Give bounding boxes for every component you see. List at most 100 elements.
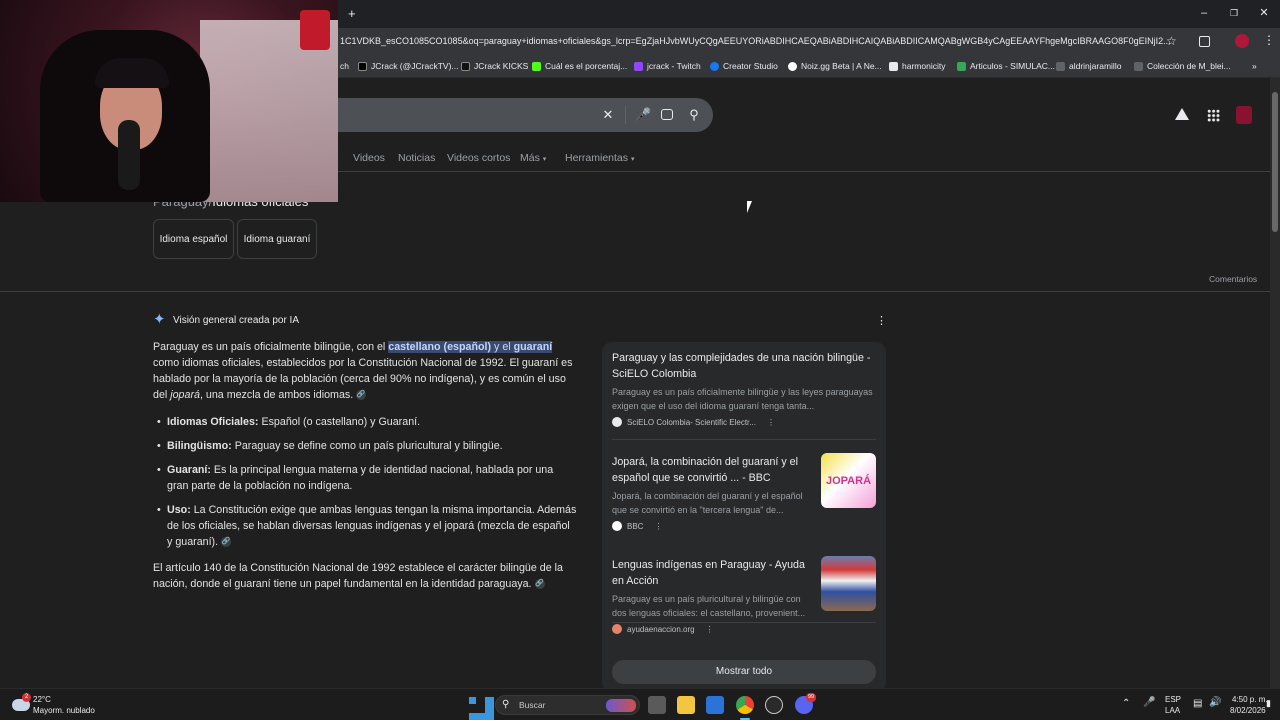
more-bookmarks-icon[interactable]: » [1252, 61, 1257, 71]
source-snippet: Jopará, la combinación del guaraní y el … [612, 491, 803, 515]
profile-avatar[interactable] [1235, 34, 1249, 48]
bookmark-item[interactable]: Articulos - SIMULAC... [957, 61, 1055, 71]
apps-grid-icon[interactable] [1207, 109, 1220, 122]
jopara-thumbnail[interactable]: JOPARÁ [821, 453, 876, 508]
source-title[interactable]: Lenguas indígenas en Paraguay - Ayuda en… [612, 557, 816, 589]
link-icon[interactable]: 🔗 [534, 579, 545, 590]
notifications-icon[interactable]: ▮ [1266, 698, 1271, 709]
bookmark-item[interactable]: harmonicity [889, 61, 945, 71]
minimize-icon[interactable]: – [1197, 6, 1211, 20]
bookmark-item[interactable]: JCrack KICKS [461, 61, 528, 71]
kick-green-icon [532, 61, 541, 71]
feedback-link[interactable]: Comentarios [1209, 274, 1257, 284]
tab-videos-cortos[interactable]: Videos cortos [447, 152, 510, 164]
ai-overview-header: Visión general creada por IA [173, 315, 300, 326]
source-card[interactable]: Paraguay y las complejidades de una naci… [612, 350, 876, 427]
ai-sparkle-icon: ✦ [153, 311, 166, 328]
discord-badge: 99 [806, 693, 816, 702]
facebook-icon [710, 61, 719, 71]
paraguay-flag-thumbnail[interactable] [821, 556, 876, 611]
bookmark-item[interactable]: JCrack (@JCrackTV)... [358, 61, 459, 71]
search-input[interactable]: ✕ 🎤 ⚲ [320, 98, 713, 132]
tab-noticias[interactable]: Noticias [398, 152, 435, 164]
clock-time[interactable]: 4:50 p. m. [1232, 695, 1268, 704]
microphone-icon[interactable]: 🎤 [635, 108, 651, 122]
chip-idioma-guarani[interactable]: Idioma guaraní [237, 219, 317, 259]
lens-camera-icon[interactable] [661, 109, 673, 120]
noiz-icon [788, 61, 797, 71]
divider [625, 106, 626, 124]
network-icon[interactable]: ▤ [1193, 698, 1202, 709]
search-placeholder: Buscar [519, 700, 546, 710]
chrome-icon[interactable] [736, 696, 754, 714]
bookmark-item[interactable]: aldrinjaramillo [1056, 61, 1121, 71]
weather-temp[interactable]: 22°C [33, 695, 51, 704]
bookmark-item[interactable]: Creator Studio [710, 61, 778, 71]
taskbar: 2 22°C Mayorm. nublado ⚲ Buscar 99 ⌃ 🎤 E… [0, 688, 1280, 720]
drive-icon [957, 61, 966, 71]
chevron-down-icon: ▾ [630, 156, 635, 163]
taskbar-search-input[interactable]: ⚲ Buscar [495, 695, 640, 715]
close-window-icon[interactable]: ✕ [1257, 6, 1271, 20]
chevron-down-icon: ▾ [542, 156, 547, 163]
menu-kebab-icon[interactable]: ⋮ [1263, 33, 1275, 47]
restore-icon[interactable]: ❐ [1227, 6, 1241, 20]
task-view-icon[interactable] [648, 696, 666, 714]
more-options-icon[interactable]: ⋮ [654, 522, 662, 531]
kick-icon [461, 61, 470, 71]
link-icon[interactable]: 🔗 [356, 390, 367, 401]
windows-start-icon[interactable] [469, 697, 485, 713]
chip-idioma-espanol[interactable]: Idioma español [153, 219, 234, 259]
language-bottom[interactable]: LAA [1165, 706, 1180, 715]
file-explorer-icon[interactable] [677, 696, 695, 714]
show-all-button[interactable]: Mostrar todo [612, 660, 876, 684]
new-tab-button[interactable]: + [348, 6, 356, 21]
more-options-icon[interactable]: ⋮ [767, 418, 775, 427]
search-highlight-image [606, 699, 636, 712]
microphone-tray-icon[interactable]: 🎤 [1143, 697, 1155, 708]
source-card[interactable]: Jopará, la combinación del guaraní y el … [612, 454, 816, 531]
search-icon[interactable]: ⚲ [687, 108, 701, 122]
weather-desc[interactable]: Mayorm. nublado [33, 706, 95, 715]
tab-mas[interactable]: Más ▾ [520, 152, 546, 164]
source-card[interactable]: Lenguas indígenas en Paraguay - Ayuda en… [612, 557, 816, 634]
microphone [118, 120, 140, 190]
steam-icon[interactable] [765, 696, 783, 714]
twitch-icon [634, 61, 643, 71]
source-site: BBC [627, 521, 644, 531]
section-divider [0, 291, 1270, 292]
source-title[interactable]: Paraguay y las complejidades de una naci… [612, 350, 876, 382]
bbc-favicon [612, 521, 622, 531]
labs-flask-icon[interactable] [1175, 108, 1189, 120]
source-title[interactable]: Jopará, la combinación del guaraní y el … [612, 454, 816, 486]
scielo-favicon [612, 417, 622, 427]
source-site: ayudaenaccion.org [627, 624, 695, 634]
mail-icon[interactable] [706, 696, 724, 714]
volume-icon[interactable]: 🔊 [1209, 697, 1221, 708]
language-top[interactable]: ESP [1165, 695, 1181, 704]
account-avatar[interactable] [1236, 106, 1252, 124]
star-icon[interactable]: ☆ [1166, 34, 1177, 48]
bookmark-item[interactable]: Cuál es el porcentaj... [532, 61, 627, 71]
clock-date[interactable]: 8/02/2026 [1230, 706, 1266, 715]
logo-red [300, 10, 330, 50]
link-icon[interactable]: 🔗 [221, 537, 232, 548]
extensions-icon[interactable] [1199, 36, 1210, 47]
source-snippet: Paraguay es un país oficialmente bilingü… [612, 387, 873, 411]
more-options-icon[interactable]: ⋮ [706, 625, 714, 634]
bookmark-item[interactable]: jcrack - Twitch [634, 61, 701, 71]
ai-overview-menu-icon[interactable]: ⋮ [876, 314, 887, 327]
bookmark-item[interactable]: ch [340, 61, 349, 71]
mouse-cursor [747, 201, 752, 213]
tab-videos[interactable]: Videos [353, 152, 385, 164]
clear-icon[interactable]: ✕ [601, 108, 615, 122]
folder-icon [1134, 61, 1143, 71]
chevron-up-icon[interactable]: ⌃ [1122, 698, 1130, 709]
tab-herramientas[interactable]: Herramientas ▾ [565, 152, 634, 164]
folder-icon [1056, 61, 1065, 71]
url-input[interactable]: 1C1VDKB_esCO1085CO1085&oq=paraguay+idiom… [340, 36, 1171, 46]
bookmark-item[interactable]: Noiz.gg Beta | A Ne... [788, 61, 882, 71]
source-site: SciELO Colombia- Scientific Electr... [627, 417, 756, 427]
bookmark-item[interactable]: Colección de M_blei... [1134, 61, 1231, 71]
scrollbar-thumb[interactable] [1272, 92, 1278, 232]
